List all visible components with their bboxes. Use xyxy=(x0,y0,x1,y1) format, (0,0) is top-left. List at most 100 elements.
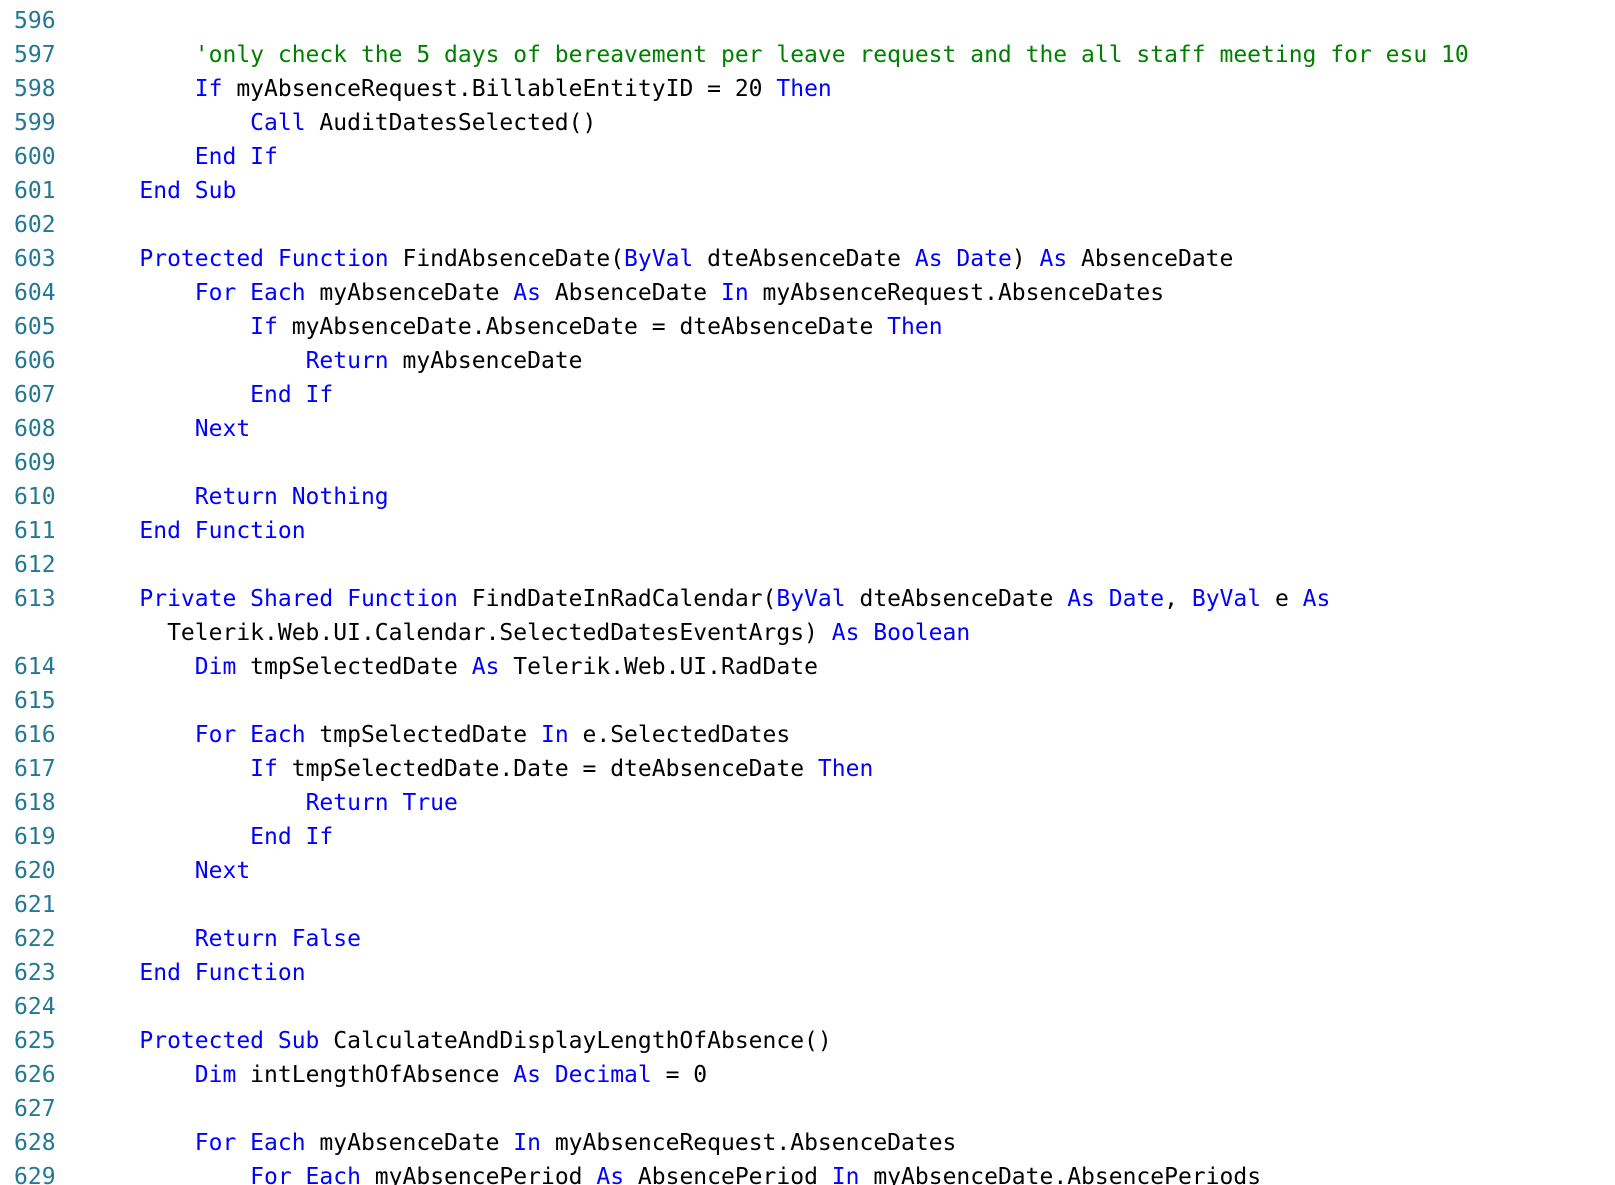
line-number: 623 xyxy=(14,960,56,986)
code-text: For Each tmpSelectedDate In e.SelectedDa… xyxy=(84,718,790,752)
code-token: myAbsenceDate xyxy=(388,348,583,374)
code-line[interactable]: 611 End Function xyxy=(0,514,1615,548)
keyword-token: End Function xyxy=(139,518,306,544)
code-line[interactable]: 604 For Each myAbsenceDate As AbsenceDat… xyxy=(0,276,1615,310)
keyword-token: As Date xyxy=(914,246,1012,272)
keyword-token: As Date xyxy=(1067,586,1165,612)
code-line[interactable]: 608 Next xyxy=(0,412,1615,446)
code-line[interactable]: 624 xyxy=(0,990,1615,1024)
line-number: 603 xyxy=(14,246,56,272)
code-text: If myAbsenceRequest.BillableEntityID = 2… xyxy=(84,72,832,106)
code-text: End Function xyxy=(84,514,306,548)
code-line[interactable]: 620 Next xyxy=(0,854,1615,888)
keyword-token: In xyxy=(540,722,569,748)
keyword-token: As Boolean xyxy=(831,620,971,646)
code-line[interactable]: 612 xyxy=(0,548,1615,582)
keyword-token: End If xyxy=(250,382,334,408)
code-token: myAbsenceDate.AbsencePeriods xyxy=(859,1164,1262,1185)
code-line[interactable]: 601 End Sub xyxy=(0,174,1615,208)
code-line[interactable]: 615 xyxy=(0,684,1615,718)
keyword-token: As Decimal xyxy=(513,1062,652,1088)
code-line[interactable]: 606 Return myAbsenceDate xyxy=(0,344,1615,378)
keyword-token: As xyxy=(471,654,500,680)
code-line[interactable]: 597 'only check the 5 days of bereavemen… xyxy=(0,38,1615,72)
keyword-token: In xyxy=(513,1130,541,1156)
code-line[interactable]: 602 xyxy=(0,208,1615,242)
code-line[interactable]: 596 xyxy=(0,4,1615,38)
code-line[interactable]: 619 End If xyxy=(0,820,1615,854)
line-number: 614 xyxy=(14,654,56,680)
keyword-token: In xyxy=(831,1164,860,1185)
keyword-token: Private Shared Function xyxy=(139,586,458,612)
line-number: 620 xyxy=(14,858,56,884)
code-line[interactable]: 622 Return False xyxy=(0,922,1615,956)
line-number: 599 xyxy=(14,110,56,136)
code-line[interactable]: 616 For Each tmpSelectedDate In e.Select… xyxy=(0,718,1615,752)
line-number: 600 xyxy=(14,144,56,170)
line-number: 611 xyxy=(14,518,56,544)
code-line[interactable]: 598 If myAbsenceRequest.BillableEntityID… xyxy=(0,72,1615,106)
line-number: 627 xyxy=(14,1096,56,1122)
code-line[interactable]: 626 Dim intLengthOfAbsence As Decimal = … xyxy=(0,1058,1615,1092)
code-text: For Each myAbsenceDate In myAbsenceReque… xyxy=(84,1126,957,1160)
keyword-token: Protected Function xyxy=(139,246,389,272)
line-number: 626 xyxy=(14,1062,56,1088)
code-text: Next xyxy=(84,412,250,446)
code-line[interactable]: 629 For Each myAbsencePeriod As AbsenceP… xyxy=(0,1160,1615,1185)
code-line[interactable]: 605 If myAbsenceDate.AbsenceDate = dteAb… xyxy=(0,310,1615,344)
code-text: Call AuditDatesSelected() xyxy=(84,106,596,140)
keyword-token: Return Nothing xyxy=(194,484,389,510)
code-line[interactable]: 607 End If xyxy=(0,378,1615,412)
code-line[interactable]: 621 xyxy=(0,888,1615,922)
line-number: 609 xyxy=(14,450,56,476)
code-line[interactable]: 599 Call AuditDatesSelected() xyxy=(0,106,1615,140)
keyword-token: Return False xyxy=(194,926,361,952)
code-token: AuditDatesSelected() xyxy=(305,110,597,136)
code-line[interactable]: 623 End Function xyxy=(0,956,1615,990)
keyword-token: For Each xyxy=(250,1164,361,1185)
code-editor[interactable]: 596 597 'only check the 5 days of bereave… xyxy=(0,0,1615,1185)
code-line[interactable]: 618 Return True xyxy=(0,786,1615,820)
keyword-token: Protected Sub xyxy=(139,1028,320,1054)
code-text: Dim tmpSelectedDate As Telerik.Web.UI.Ra… xyxy=(84,650,818,684)
keyword-token: For Each xyxy=(194,722,306,748)
code-text: 'only check the 5 days of bereavement pe… xyxy=(84,38,1469,72)
code-text: End If xyxy=(84,140,278,174)
code-line[interactable]: 628 For Each myAbsenceDate In myAbsenceR… xyxy=(0,1126,1615,1160)
keyword-token: As xyxy=(1302,586,1331,612)
code-line[interactable]: 609 xyxy=(0,446,1615,480)
code-line[interactable]: 610 Return Nothing xyxy=(0,480,1615,514)
keyword-token: For Each xyxy=(194,280,306,306)
code-token: myAbsenceRequest.BillableEntityID = 20 xyxy=(222,76,777,102)
code-text: End If xyxy=(84,378,333,412)
code-line[interactable]: 603 Protected Function FindAbsenceDate(B… xyxy=(0,242,1615,276)
keyword-token: End If xyxy=(250,824,334,850)
code-line[interactable]: 600 End If xyxy=(0,140,1615,174)
line-number: 612 xyxy=(14,552,56,578)
code-line[interactable]: 625 Protected Sub CalculateAndDisplayLen… xyxy=(0,1024,1615,1058)
code-text: For Each myAbsenceDate As AbsenceDate In… xyxy=(84,276,1164,310)
code-line[interactable]: 627 xyxy=(0,1092,1615,1126)
code-token: myAbsenceDate xyxy=(305,280,514,306)
keyword-token: End Sub xyxy=(139,178,237,204)
code-text: Return Nothing xyxy=(84,480,389,514)
line-number: 601 xyxy=(14,178,56,204)
code-line[interactable]: 617 If tmpSelectedDate.Date = dteAbsence… xyxy=(0,752,1615,786)
code-line[interactable]: 613 Private Shared Function FindDateInRa… xyxy=(0,582,1615,650)
keyword-token: Return xyxy=(305,348,389,374)
code-line[interactable]: 614 Dim tmpSelectedDate As Telerik.Web.U… xyxy=(0,650,1615,684)
keyword-token: Return True xyxy=(305,790,458,816)
